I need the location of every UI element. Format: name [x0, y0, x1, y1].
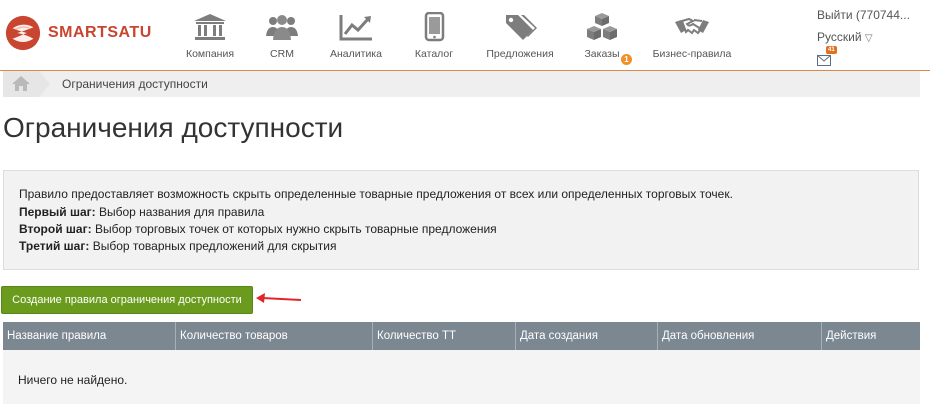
language-selector[interactable]: Русский ▽ — [817, 30, 873, 44]
orders-badge: 1 — [621, 54, 632, 65]
step-label: Второй шаг: — [19, 222, 92, 236]
mail-icon[interactable] — [817, 54, 831, 66]
column-header-outlet-count[interactable]: Количество ТТ — [373, 322, 516, 350]
info-step-1: Первый шаг: Выбор названия для правила — [19, 205, 264, 219]
nav-item-business-rules[interactable]: Бизнес-правила — [650, 8, 734, 68]
info-intro: Правило предоставляет возможность скрыть… — [19, 187, 733, 201]
top-header: SMARTSATU Компания CRM Аналитика Каталог… — [0, 0, 930, 71]
nav-item-crm[interactable]: CRM — [252, 8, 312, 68]
step-text: Выбор товарных предложений для скрытия — [89, 239, 337, 253]
table-body: Ничего не найдено. — [3, 350, 920, 404]
step-text: Выбор торговых точек от которых нужно ск… — [91, 222, 497, 236]
nav-item-analytics[interactable]: Аналитика — [326, 8, 386, 68]
column-header-product-count[interactable]: Количество товаров — [176, 322, 373, 350]
step-text: Выбор названия для правила — [95, 205, 265, 219]
home-icon — [12, 76, 30, 91]
empty-message: Ничего не найдено. — [18, 373, 128, 387]
nav-item-company[interactable]: Компания — [180, 8, 240, 68]
column-header-updated[interactable]: Дата обновления — [658, 322, 822, 350]
nav-label: Предложения — [486, 48, 554, 60]
column-header-created[interactable]: Дата создания — [516, 322, 658, 350]
tags-icon — [506, 15, 537, 40]
chevron-down-icon: ▽ — [864, 33, 873, 44]
logo-mark-icon — [5, 15, 41, 51]
chart-icon — [339, 15, 372, 41]
brand-logo[interactable]: SMARTSATU — [4, 14, 152, 52]
annotation-arrow-icon — [256, 293, 302, 303]
tablet-icon — [424, 12, 445, 42]
language-label: Русский — [817, 30, 862, 44]
nav-label: Бизнес-правила — [652, 48, 732, 60]
page-title: Ограничения доступности — [3, 112, 344, 143]
mail-badge: 41 — [826, 46, 837, 54]
step-label: Первый шаг: — [19, 205, 96, 219]
users-icon — [266, 15, 298, 40]
brand-name: SMARTSATU — [48, 24, 152, 41]
nav-label: CRM — [270, 48, 294, 60]
step-label: Третий шаг: — [19, 239, 90, 253]
breadcrumb: Ограничения доступности — [3, 71, 920, 97]
rules-table: Название правила Количество товаров Коли… — [3, 322, 920, 404]
info-step-3: Третий шаг: Выбор товарных предложений д… — [19, 239, 337, 253]
nav-label: Компания — [185, 48, 235, 60]
nav-item-catalog[interactable]: Каталог — [404, 8, 464, 68]
breadcrumb-home[interactable] — [3, 71, 39, 97]
info-box: Правило предоставляет возможность скрыть… — [3, 170, 919, 270]
column-header-name[interactable]: Название правила — [3, 322, 176, 350]
bank-icon — [194, 14, 226, 40]
nav-item-orders[interactable]: Заказы 1 — [574, 8, 632, 68]
breadcrumb-separator — [39, 71, 50, 97]
nav-label: Аналитика — [330, 48, 382, 60]
boxes-icon — [587, 13, 617, 40]
nav-label: Каталог — [414, 48, 454, 60]
info-step-2: Второй шаг: Выбор торговых точек от кото… — [19, 222, 497, 236]
logout-link[interactable]: Выйти (770744... — [817, 8, 910, 22]
table-header: Название правила Количество товаров Коли… — [3, 322, 920, 350]
handshake-icon — [675, 17, 709, 35]
breadcrumb-current: Ограничения доступности — [62, 77, 208, 91]
column-header-actions: Действия — [826, 330, 877, 342]
create-rule-button[interactable]: Создание правила ограничения доступности — [1, 286, 253, 314]
nav-item-offers[interactable]: Предложения — [484, 8, 556, 68]
